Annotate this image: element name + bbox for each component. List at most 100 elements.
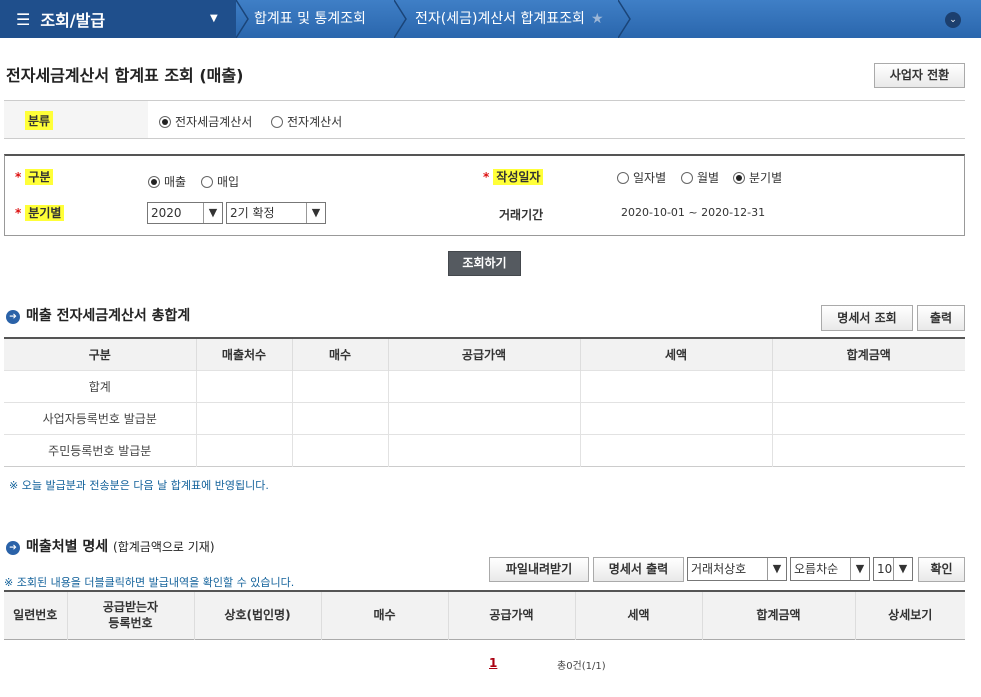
radio-selected-icon[interactable] — [733, 172, 745, 184]
sort-field-select[interactable]: 거래처상호 ▼ — [687, 557, 787, 581]
table-cell — [772, 433, 965, 466]
search-button[interactable]: 조회하기 — [448, 251, 521, 276]
table-row: 주민등록번호 발급분 — [4, 433, 965, 466]
column-header: 합계금액 — [702, 591, 856, 639]
breadcrumb-separator-icon — [618, 0, 631, 38]
table-cell — [196, 433, 293, 466]
summary-note: ※ 오늘 발급분과 전송분은 다음 날 합계표에 반영됩니다. — [9, 479, 269, 492]
switch-business-button[interactable]: 사업자 전환 — [874, 63, 965, 88]
period-value: 2020-10-01 ~ 2020-12-31 — [621, 206, 766, 219]
summary-section-title: ➔ 매출 전자세금계산서 총합계 — [6, 305, 190, 325]
breadcrumb-current[interactable]: 전자(세금)계산서 합계표조회 ★ — [415, 0, 604, 38]
column-header: 상호(법인명) — [194, 591, 322, 639]
table-cell — [580, 433, 773, 466]
view-statement-button[interactable]: 명세서 조회 — [821, 305, 913, 331]
column-header: 매수 — [321, 591, 449, 639]
row-label: 합계 — [4, 369, 197, 402]
table-cell — [580, 369, 773, 402]
radio-icon[interactable] — [681, 172, 693, 184]
chevron-down-icon[interactable]: ▼ — [306, 203, 325, 223]
page-link[interactable]: 1 — [489, 656, 497, 670]
print-summary-button[interactable]: 출력 — [917, 305, 965, 331]
detail-table: 일련번호 공급받는자 등록번호 상호(법인명) 매수 공급가액 세액 합계금액 … — [4, 590, 965, 640]
top-navigation-bar: ☰ 조회/발급 ▼ 합계표 및 통계조회 전자(세금)계산서 합계표조회 ★ ⌄ — [0, 0, 981, 38]
detail-section-title: ➔ 매출처별 명세 (합계금액으로 기재) — [6, 536, 215, 556]
quarter-label: * 분기별 — [15, 204, 65, 221]
nav-menu-title: 조회/발급 — [40, 11, 106, 30]
caret-down-icon[interactable]: ▼ — [210, 13, 218, 24]
sort-order-select[interactable]: 오름차순 ▼ — [790, 557, 870, 581]
table-cell — [292, 369, 389, 402]
table-cell — [388, 433, 581, 466]
breadcrumb-separator-icon — [236, 0, 249, 38]
table-row: 사업자등록번호 발급분 — [4, 401, 965, 434]
row-label: 사업자등록번호 발급분 — [4, 401, 197, 434]
type-option-sales[interactable]: 매출 — [148, 173, 186, 190]
column-header: 구분 — [4, 338, 197, 370]
column-header: 상세보기 — [855, 591, 965, 639]
required-mark: * — [15, 206, 22, 220]
file-download-button[interactable]: 파일내려받기 — [489, 557, 589, 582]
chevron-down-icon[interactable]: ▼ — [767, 558, 786, 580]
nav-menu-dropdown[interactable]: ☰ 조회/발급 ▼ — [0, 0, 236, 38]
chevron-down-icon[interactable]: ▼ — [850, 558, 869, 580]
table-header-row: 구분 매출처수 매수 공급가액 세액 합계금액 — [4, 338, 965, 370]
date-option-daily[interactable]: 일자별 — [617, 169, 666, 186]
radio-icon[interactable] — [617, 172, 629, 184]
column-header: 공급가액 — [388, 338, 581, 370]
table-cell — [772, 401, 965, 434]
column-header: 공급가액 — [448, 591, 576, 639]
print-statement-button[interactable]: 명세서 출력 — [593, 557, 684, 582]
required-mark: * — [15, 170, 22, 184]
column-header: 일련번호 — [4, 591, 68, 639]
chevron-down-icon[interactable]: ▼ — [203, 203, 222, 223]
favorite-star-icon[interactable]: ★ — [591, 11, 604, 27]
category-option-invoice[interactable]: 전자계산서 — [271, 113, 342, 130]
date-option-monthly[interactable]: 월별 — [681, 169, 719, 186]
category-option-tax-invoice[interactable]: 전자세금계산서 — [159, 113, 252, 130]
page-title: 전자세금계산서 합계표 조회 (매출) — [6, 66, 244, 85]
table-cell — [388, 369, 581, 402]
row-label: 주민등록번호 발급분 — [4, 433, 197, 466]
breadcrumb-current-label: 전자(세금)계산서 합계표조회 — [415, 11, 585, 27]
required-mark: * — [483, 170, 490, 184]
chevron-down-icon[interactable]: ▼ — [893, 558, 912, 580]
table-header-row: 일련번호 공급받는자 등록번호 상호(법인명) 매수 공급가액 세액 합계금액 … — [4, 591, 965, 639]
breadcrumb-separator-icon — [394, 0, 407, 38]
arrow-circle-icon: ➔ — [6, 541, 20, 555]
table-cell — [292, 433, 389, 466]
search-conditions-box: * 구분 매출 매입 * 작성일자 일자별 월별 분기별 * 분기별 2020 ▼ 2… — [4, 154, 965, 236]
summary-table: 구분 매출처수 매수 공급가액 세액 합계금액 합계 사업자등록번호 발급분 주… — [4, 337, 965, 467]
table-cell — [292, 401, 389, 434]
breadcrumb-statistics[interactable]: 합계표 및 통계조회 — [254, 0, 366, 38]
hamburger-icon[interactable]: ☰ — [16, 10, 30, 29]
radio-icon[interactable] — [201, 176, 213, 188]
chevron-down-circle-icon[interactable]: ⌄ — [945, 12, 961, 28]
radio-selected-icon[interactable] — [159, 116, 171, 128]
detail-section-subtitle: (합계금액으로 기재) — [113, 540, 215, 554]
radio-selected-icon[interactable] — [148, 176, 160, 188]
type-label: * 구분 — [15, 168, 54, 185]
table-cell — [196, 401, 293, 434]
date-label: * 작성일자 — [483, 168, 544, 185]
page-size-select[interactable]: 10 ▼ — [873, 557, 913, 581]
period-label: 거래기간 — [499, 208, 544, 222]
column-header: 세액 — [575, 591, 703, 639]
category-label-cell: 분류 — [4, 101, 148, 138]
year-select[interactable]: 2020 ▼ — [147, 202, 223, 224]
table-cell — [196, 369, 293, 402]
total-count: 총0건(1/1) — [557, 661, 606, 672]
quarter-select[interactable]: 2기 확정 ▼ — [226, 202, 326, 224]
column-header: 합계금액 — [772, 338, 965, 370]
detail-note: ※ 조회된 내용을 더블클릭하면 발급내역을 확인할 수 있습니다. — [4, 576, 295, 589]
table-cell — [388, 401, 581, 434]
category-row: 분류 전자세금계산서 전자계산서 — [4, 100, 965, 139]
table-cell — [580, 401, 773, 434]
type-option-purchase[interactable]: 매입 — [201, 173, 239, 190]
table-row: 합계 — [4, 369, 965, 402]
column-header: 매출처수 — [196, 338, 293, 370]
radio-icon[interactable] — [271, 116, 283, 128]
confirm-button[interactable]: 확인 — [918, 557, 965, 582]
date-option-quarterly[interactable]: 분기별 — [733, 169, 782, 186]
column-header: 매수 — [292, 338, 389, 370]
